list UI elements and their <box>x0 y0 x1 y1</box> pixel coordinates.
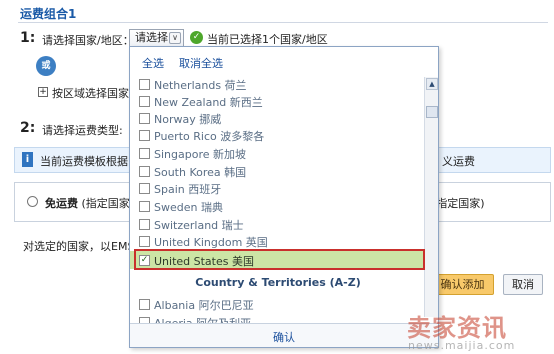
country-label: New Zealand 新西兰 <box>154 96 263 109</box>
checkbox[interactable] <box>139 299 150 310</box>
free-shipping-desc-right: (指定国家) <box>432 197 485 210</box>
country-label: Netherlands 荷兰 <box>154 79 247 92</box>
scrollbar-thumb[interactable] <box>426 106 438 118</box>
expand-plus-icon[interactable]: + <box>38 87 48 97</box>
free-shipping-title: 免运费 <box>45 197 78 210</box>
dropdown-header: 全选 取消全选 <box>130 47 438 75</box>
country-row-netherlands[interactable]: Netherlands 荷兰 <box>130 75 426 93</box>
scroll-up-icon[interactable]: ▲ <box>426 78 438 90</box>
step-1-label: 请选择国家/地区： <box>42 34 134 47</box>
dropdown-footer: 确认 <box>130 323 438 347</box>
cancel-button[interactable]: 取消 <box>503 274 543 295</box>
checkbox[interactable] <box>139 130 150 141</box>
dropdown-scrollbar[interactable]: ▲ <box>424 77 438 317</box>
ems-description: 对选定的国家，以EMS <box>23 240 135 253</box>
highlight-annotation-frame <box>134 249 425 270</box>
select-by-region-link[interactable]: 按区域选择国家 <box>52 85 129 101</box>
country-label: South Korea 韩国 <box>154 166 247 179</box>
free-shipping-radio[interactable] <box>27 196 38 207</box>
free-shipping-desc: (指定国家 <box>81 197 130 210</box>
select-all-link[interactable]: 全选 <box>142 55 164 71</box>
checkbox[interactable] <box>139 201 150 212</box>
checkbox[interactable] <box>139 148 150 159</box>
deselect-all-link[interactable]: 取消全选 <box>179 55 223 71</box>
dropdown-confirm-button[interactable]: 确认 <box>130 329 438 345</box>
info-text-right: 义运费 <box>442 155 475 168</box>
step-2-label: 请选择运费类型: <box>42 124 123 137</box>
confirm-add-button[interactable]: 确认添加 <box>431 274 494 295</box>
country-label: Sweden 瑞典 <box>154 201 223 214</box>
checkbox[interactable] <box>139 79 150 90</box>
country-dropdown-panel: 全选 取消全选 Netherlands 荷兰 New Zealand 新西兰 N… <box>129 46 439 348</box>
checkbox[interactable] <box>139 183 150 194</box>
country-row-puerto-rico[interactable]: Puerto Rico 波多黎各 <box>130 126 426 144</box>
step-2-number: 2: <box>20 120 36 136</box>
country-select-value: 请选择 <box>135 31 168 44</box>
watermark-url: news.maijia.com <box>408 339 516 352</box>
chevron-down-icon[interactable]: ∨ <box>169 32 181 44</box>
checkbox[interactable] <box>139 96 150 107</box>
checkbox[interactable] <box>139 219 150 230</box>
checkbox[interactable] <box>139 236 150 247</box>
country-select[interactable]: 请选择 ∨ <box>129 29 184 47</box>
country-row-spain[interactable]: Spain 西班牙 <box>130 179 426 197</box>
country-list: Netherlands 荷兰 New Zealand 新西兰 Norway 挪威… <box>130 75 426 335</box>
country-label: Albania 阿尔巴尼亚 <box>154 299 254 312</box>
group-header: Country & Territories (A-Z) <box>195 276 361 289</box>
check-circle-icon: ✓ <box>190 31 203 44</box>
country-row-united-kingdom[interactable]: United Kingdom 英国 <box>130 232 426 250</box>
free-shipping-label: 免运费 (指定国家 <box>45 195 130 211</box>
or-badge: 或 <box>36 56 56 76</box>
country-label: Switzerland 瑞士 <box>154 219 244 232</box>
selected-count-text: 当前已选择1个国家/地区 <box>207 33 328 46</box>
country-label: United Kingdom 英国 <box>154 236 268 249</box>
country-label: Puerto Rico 波多黎各 <box>154 130 265 143</box>
country-label: Singapore 新加坡 <box>154 148 246 161</box>
checkbox[interactable] <box>139 113 150 124</box>
country-row-singapore[interactable]: Singapore 新加坡 <box>130 144 426 162</box>
checkbox[interactable] <box>139 166 150 177</box>
section-divider <box>18 22 548 23</box>
country-label: Norway 挪威 <box>154 113 222 126</box>
info-icon: i <box>22 152 33 167</box>
country-row-norway[interactable]: Norway 挪威 <box>130 109 426 127</box>
country-row-albania[interactable]: Albania 阿尔巴尼亚 <box>130 295 426 313</box>
section-title: 运费组合1 <box>20 7 77 21</box>
step-1-number: 1: <box>20 30 36 46</box>
country-row-sweden[interactable]: Sweden 瑞典 <box>130 197 426 215</box>
watermark-logo: 卖家资讯 <box>407 314 507 342</box>
country-row-switzerland[interactable]: Switzerland 瑞士 <box>130 215 426 233</box>
country-row-new-zealand[interactable]: New Zealand 新西兰 <box>130 92 426 110</box>
country-label: Spain 西班牙 <box>154 183 222 196</box>
info-text: 当前运费模板根据 <box>40 155 128 168</box>
country-row-south-korea[interactable]: South Korea 韩国 <box>130 162 426 180</box>
